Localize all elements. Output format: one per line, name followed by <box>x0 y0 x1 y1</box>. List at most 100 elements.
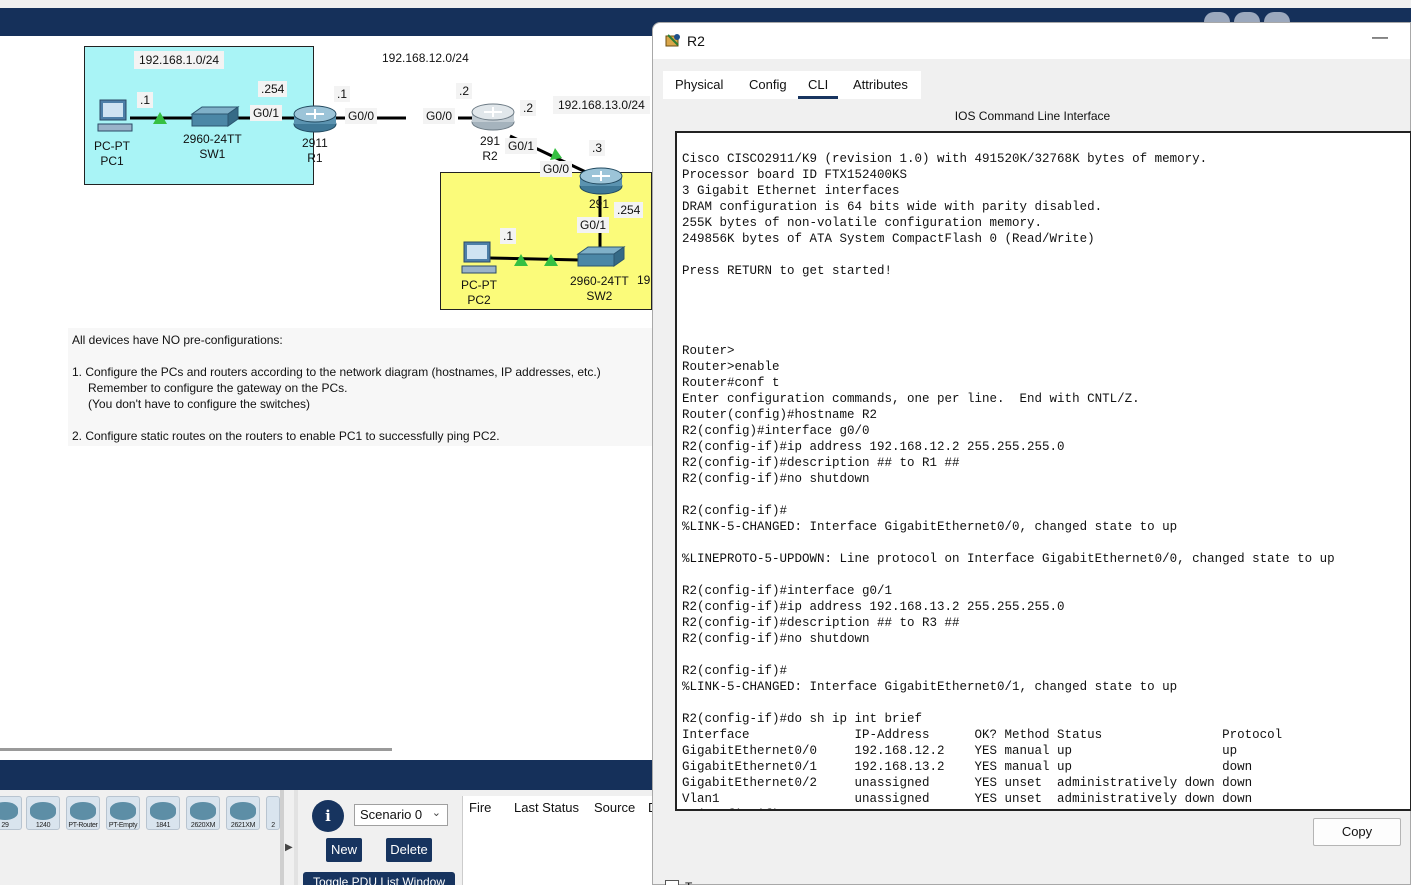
device-palette-item-7[interactable]: 2 <box>266 796 280 830</box>
bottom-panel: 29 1240 PT-Router PT-Empty 1841 2620XM 2… <box>0 790 657 885</box>
r3-g01-label: G0/1 <box>577 217 610 233</box>
device-palette-item-2[interactable]: PT-Router <box>66 796 100 830</box>
scenario-selected-value: Scenario 0 <box>360 807 423 822</box>
tab-config[interactable]: Config <box>739 71 797 99</box>
r2-g00-label: G0/0 <box>423 108 456 124</box>
pc1-icon[interactable] <box>96 98 134 136</box>
pc2-label: PC-PT PC2 <box>461 278 497 308</box>
device-palette-label: 1841 <box>155 822 171 829</box>
top-strip <box>0 0 1411 8</box>
sw1-icon[interactable] <box>188 106 240 130</box>
delete-scenario-button[interactable]: Delete <box>386 838 432 862</box>
r1-model: 2911 <box>302 136 328 150</box>
scenario-divider <box>294 790 298 885</box>
wan13-network-label: 192.168.13.0/24 <box>553 96 650 114</box>
toggle-pdu-list-button[interactable]: Toggle PDU List Window <box>303 872 455 885</box>
r1-lan-tag: .254 <box>258 81 288 97</box>
r2-g01-label: G0/1 <box>505 138 538 154</box>
pdu-column-header[interactable]: Fire <box>469 800 491 815</box>
pdu-list-table: Fire Last Status Source D <box>462 796 657 885</box>
pdu-column-header[interactable]: Source <box>594 800 635 815</box>
top-checkbox-label: T <box>685 880 692 885</box>
pc2-icon[interactable] <box>460 240 498 278</box>
device-palette-item-1[interactable]: 1240 <box>26 796 60 830</box>
workspace-horizontal-scrollbar[interactable] <box>0 748 392 751</box>
r3-icon[interactable] <box>578 166 624 196</box>
cli-output-text[interactable]: Cisco CISCO2911/K9 (revision 1.0) with 4… <box>682 151 1335 809</box>
pc1-model: PC-PT <box>94 139 130 153</box>
sw2-model: 2960-24TT <box>570 274 629 288</box>
notes-intro: All devices have NO pre-configurations: <box>72 333 283 347</box>
tab-physical[interactable]: Physical <box>665 71 734 99</box>
copy-button[interactable]: Copy <box>1313 818 1401 846</box>
window-title: R2 <box>687 33 705 49</box>
sw2-label: 2960-24TT SW2 <box>570 274 629 304</box>
device-palette-item-0[interactable]: 29 <box>0 796 22 830</box>
device-palette-label: 2620XM <box>190 822 216 829</box>
device-palette-label: 2 <box>271 822 275 829</box>
notes-item2: 2. Configure static routes on the router… <box>72 429 500 443</box>
palette-divider <box>280 790 284 885</box>
r1-label: 2911 R1 <box>302 136 328 166</box>
r1-icon[interactable] <box>292 104 338 134</box>
chevron-down-icon: ⌄ <box>431 807 441 819</box>
r2-model: 291 <box>480 134 501 148</box>
sw1-name: SW1 <box>199 147 226 161</box>
r1-name: R1 <box>307 151 323 165</box>
top-checkbox[interactable] <box>665 880 679 885</box>
r2-wan13-tag: .2 <box>520 100 537 116</box>
device-palette-label: PT-Router <box>68 822 98 829</box>
notes-item1-line3: (You don't have to configure the switche… <box>88 397 310 411</box>
lan1-network-label: 192.168.1.0/24 <box>134 51 225 69</box>
r2-name: R2 <box>482 149 498 163</box>
pc1-label: PC-PT PC1 <box>94 139 130 169</box>
device-palette-item-5[interactable]: 2620XM <box>186 796 220 830</box>
pdu-column-header[interactable]: Last Status <box>514 800 579 815</box>
window-titlebar[interactable]: R2 — <box>653 23 1410 59</box>
r2-label: 291 R2 <box>480 134 500 164</box>
r3-g00-label: G0/0 <box>540 161 573 177</box>
notes-item1-line2: Remember to configure the gateway on the… <box>88 381 348 395</box>
r1-g00-label: G0/0 <box>345 108 378 124</box>
minimize-icon[interactable]: — <box>1372 29 1388 47</box>
scenario-select[interactable]: Scenario 0 ⌄ <box>354 804 448 826</box>
r2-device-window: R2 — Physical Config CLI Attributes IOS … <box>652 22 1411 885</box>
router-app-icon <box>665 34 680 47</box>
new-scenario-button[interactable]: New <box>326 838 362 862</box>
r1-wan-tag: .1 <box>334 86 351 102</box>
wan12-network-label: 192.168.12.0/24 <box>382 51 469 65</box>
instruction-notes: All devices have NO pre-configurations: … <box>68 328 652 446</box>
topology-links <box>130 112 602 266</box>
logical-workspace[interactable]: PC-PT PC1 .1 2960-24TT SW1 2911 R1 .254 … <box>0 36 652 760</box>
r3-lan-tag: .254 <box>614 202 644 218</box>
sw1-label: 2960-24TT SW1 <box>183 132 242 162</box>
device-palette-label: 29 <box>1 822 9 829</box>
pc1-name: PC1 <box>100 154 124 168</box>
expand-arrow-icon[interactable]: ▶ <box>285 842 293 853</box>
r2-icon[interactable] <box>470 102 516 132</box>
sw2-name: SW2 <box>586 289 613 303</box>
info-icon[interactable]: i <box>312 800 344 832</box>
pc1-ip-tag: .1 <box>137 92 154 108</box>
sw2-icon[interactable] <box>574 246 626 270</box>
pc2-model: PC-PT <box>461 278 497 292</box>
pc2-name: PC2 <box>467 293 491 307</box>
device-palette-label: 1240 <box>35 822 51 829</box>
bottom-toolbar <box>0 760 652 790</box>
tab-cli[interactable]: CLI <box>798 71 839 99</box>
lan2-network-label-partial: 19 <box>637 273 651 287</box>
device-palette-label: PT-Empty <box>108 822 138 829</box>
cli-console[interactable]: Cisco CISCO2911/K9 (revision 1.0) with 4… <box>675 131 1411 811</box>
r3-wan-tag: .3 <box>589 140 606 156</box>
device-palette-label: 2621XM <box>230 822 256 829</box>
device-palette-item-4[interactable]: 1841 <box>146 796 180 830</box>
r3-model: 291 <box>589 197 610 211</box>
tab-attributes[interactable]: Attributes <box>843 71 918 99</box>
cli-pane-title: IOS Command Line Interface <box>954 109 1111 123</box>
device-palette-item-3[interactable]: PT-Empty <box>106 796 140 830</box>
r1-g01-label: G0/1 <box>250 105 283 121</box>
device-palette-item-6[interactable]: 2621XM <box>226 796 260 830</box>
sw1-model: 2960-24TT <box>183 132 242 146</box>
packet-tracer-screen: PC-PT PC1 .1 2960-24TT SW1 2911 R1 .254 … <box>0 0 1411 885</box>
r2-wan-tag: .2 <box>456 83 473 99</box>
